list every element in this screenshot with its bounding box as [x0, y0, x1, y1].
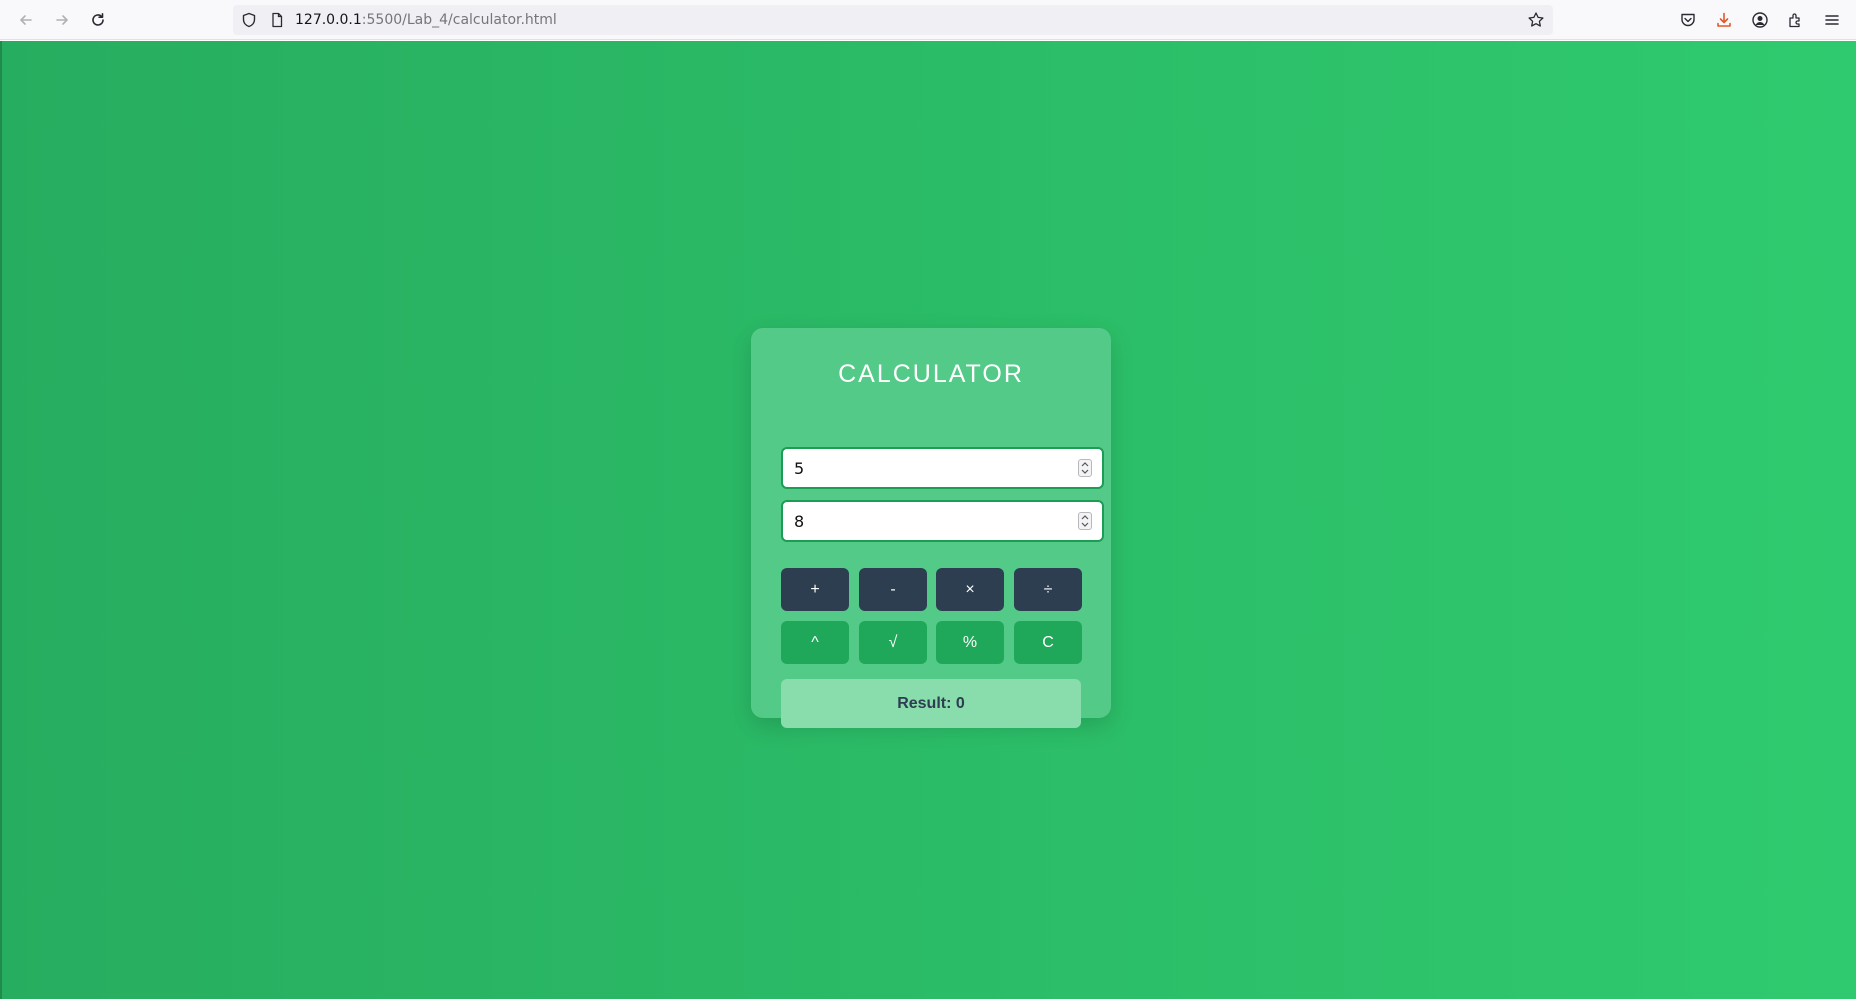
- bookmark-star-icon[interactable]: [1527, 11, 1545, 33]
- back-button[interactable]: [12, 6, 40, 34]
- spin-down-icon: [1081, 522, 1089, 527]
- divide-button[interactable]: ÷: [1014, 568, 1082, 611]
- forward-button[interactable]: [48, 6, 76, 34]
- arrow-right-icon: [54, 12, 70, 28]
- second-number-spinner[interactable]: [1078, 512, 1092, 530]
- first-number-spinner[interactable]: [1078, 459, 1092, 477]
- url-bar[interactable]: 127.0.0.1:5500/Lab_4/calculator.html: [233, 5, 1553, 35]
- account-icon[interactable]: [1749, 9, 1771, 31]
- extensions-icon[interactable]: [1785, 9, 1807, 31]
- spin-down-icon: [1081, 469, 1089, 474]
- spin-up-icon: [1081, 462, 1089, 467]
- shield-icon[interactable]: [241, 12, 257, 32]
- browser-toolbar: 127.0.0.1:5500/Lab_4/calculator.html: [0, 0, 1856, 40]
- spin-up-icon: [1081, 515, 1089, 520]
- reload-button[interactable]: [84, 6, 112, 34]
- clear-button[interactable]: C: [1014, 621, 1082, 664]
- second-number-value: 8: [794, 512, 805, 531]
- reload-icon: [90, 12, 106, 28]
- menu-icon[interactable]: [1821, 9, 1843, 31]
- url-path: :5500/Lab_4/calculator.html: [361, 12, 557, 28]
- power-button[interactable]: ^: [781, 621, 849, 664]
- result-display: Result: 0: [781, 679, 1081, 728]
- calculator-title: CALCULATOR: [838, 360, 1024, 388]
- second-number-input[interactable]: 8: [781, 500, 1104, 542]
- square-root-button[interactable]: √: [859, 621, 927, 664]
- calculator-card: CALCULATOR 5 8 + - × ÷ ^ √ % C Result: 0: [751, 328, 1111, 728]
- url-host: 127.0.0.1: [295, 12, 362, 28]
- first-number-input[interactable]: 5: [781, 447, 1104, 489]
- download-icon[interactable]: [1713, 9, 1735, 31]
- first-number-value: 5: [794, 459, 805, 478]
- pocket-icon[interactable]: [1677, 9, 1699, 31]
- percent-button[interactable]: %: [936, 621, 1004, 664]
- multiply-button[interactable]: ×: [936, 568, 1004, 611]
- subtract-button[interactable]: -: [859, 568, 927, 611]
- arrow-left-icon: [18, 12, 34, 28]
- page-icon: [269, 12, 285, 32]
- page-background: CALCULATOR 5 8 + - × ÷ ^ √ % C Result: 0: [0, 41, 1856, 999]
- add-button[interactable]: +: [781, 568, 849, 611]
- url-text[interactable]: 127.0.0.1:5500/Lab_4/calculator.html: [295, 11, 557, 29]
